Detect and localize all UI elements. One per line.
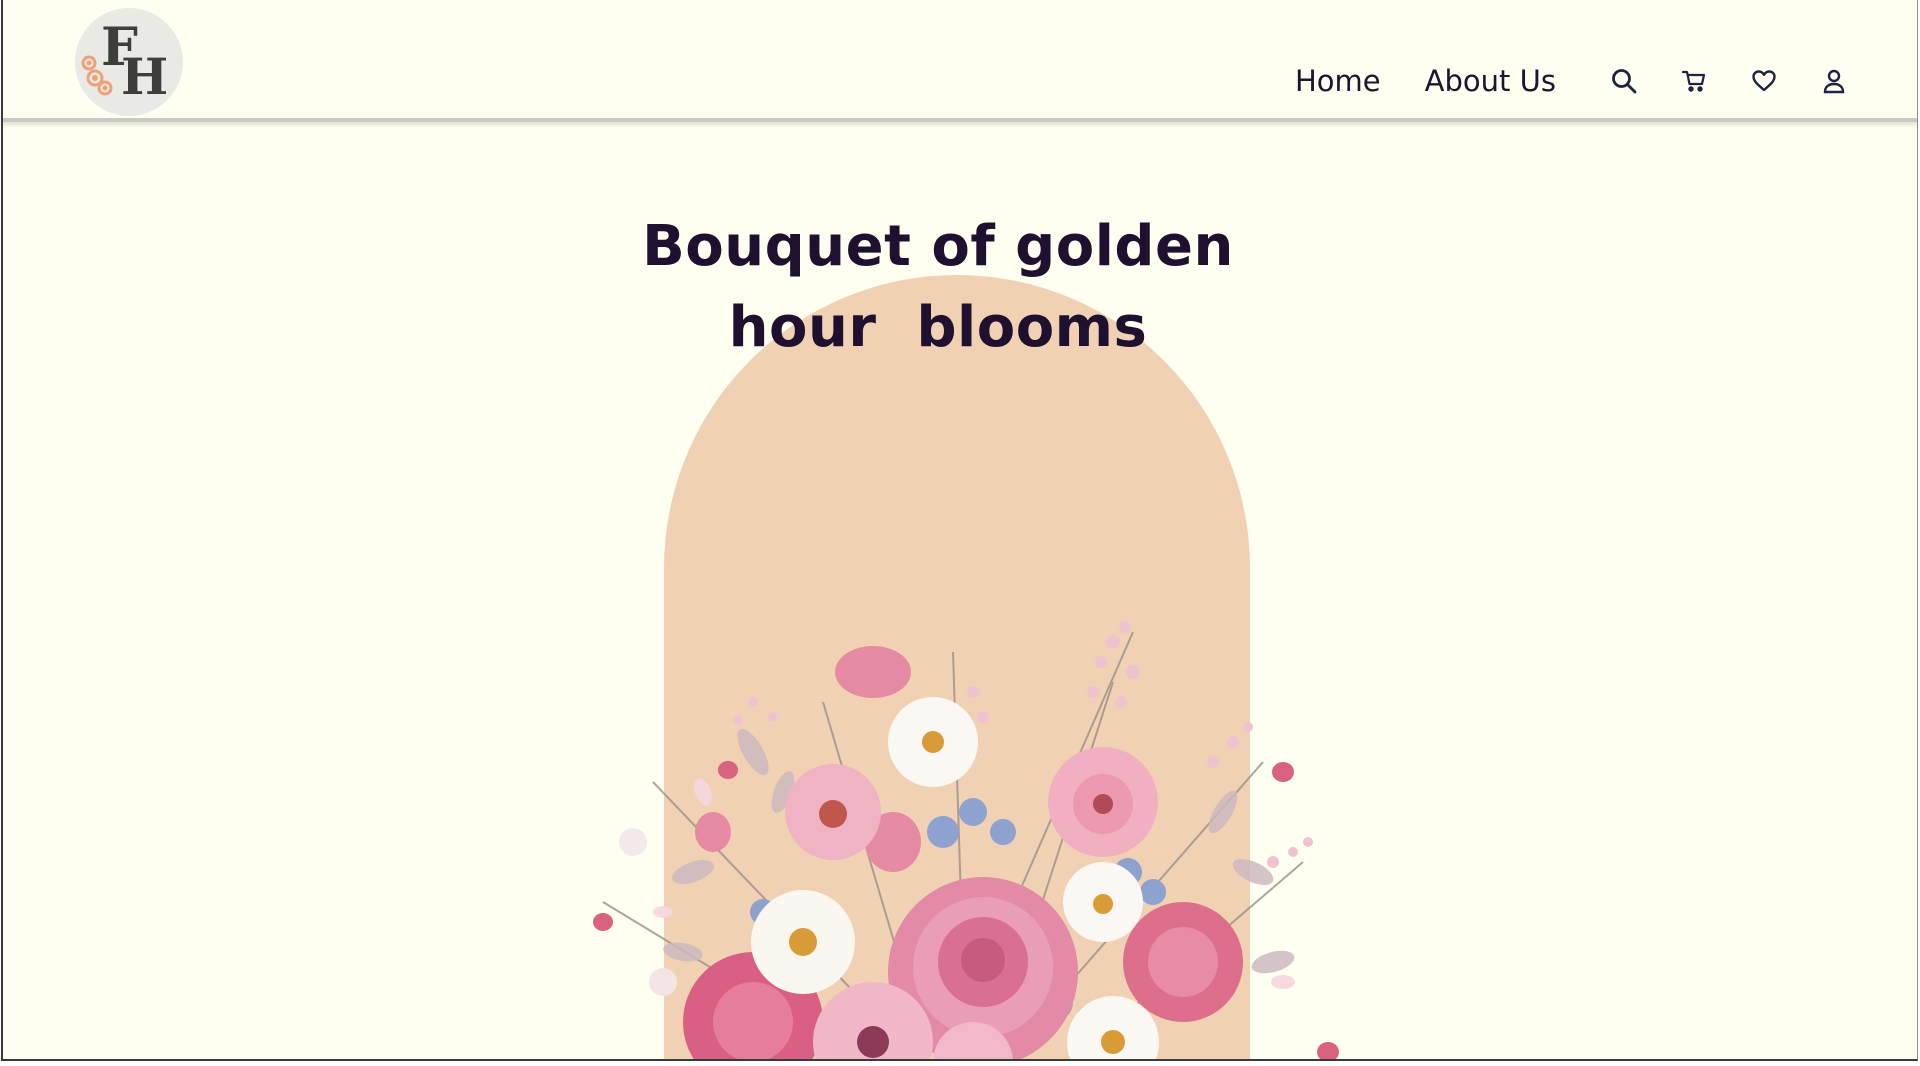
main-nav: Home About Us xyxy=(1295,60,1600,102)
cart-icon[interactable] xyxy=(1677,64,1711,98)
nav-actions xyxy=(1607,64,1851,98)
hero-title: Bouquet of golden hour blooms xyxy=(463,206,1413,368)
heart-icon[interactable] xyxy=(1747,64,1781,98)
navbar: F H Home About Us xyxy=(3,0,1917,122)
browser-viewport: F H Home About Us Bouquet of golden hour… xyxy=(1,0,1918,1061)
user-icon[interactable] xyxy=(1817,64,1851,98)
logo-letter-h: H xyxy=(121,47,169,106)
hero-section: Bouquet of golden hour blooms xyxy=(3,122,1917,1059)
hero-title-line-2: hour blooms xyxy=(728,295,1148,360)
brand-logo[interactable]: F H xyxy=(75,8,183,116)
hero-title-line-1: Bouquet of golden xyxy=(642,214,1234,279)
nav-about-link[interactable]: About Us xyxy=(1425,64,1556,98)
nav-home-link[interactable]: Home xyxy=(1295,64,1381,98)
flower-bouquet-image xyxy=(593,621,1339,1059)
search-icon[interactable] xyxy=(1607,64,1641,98)
